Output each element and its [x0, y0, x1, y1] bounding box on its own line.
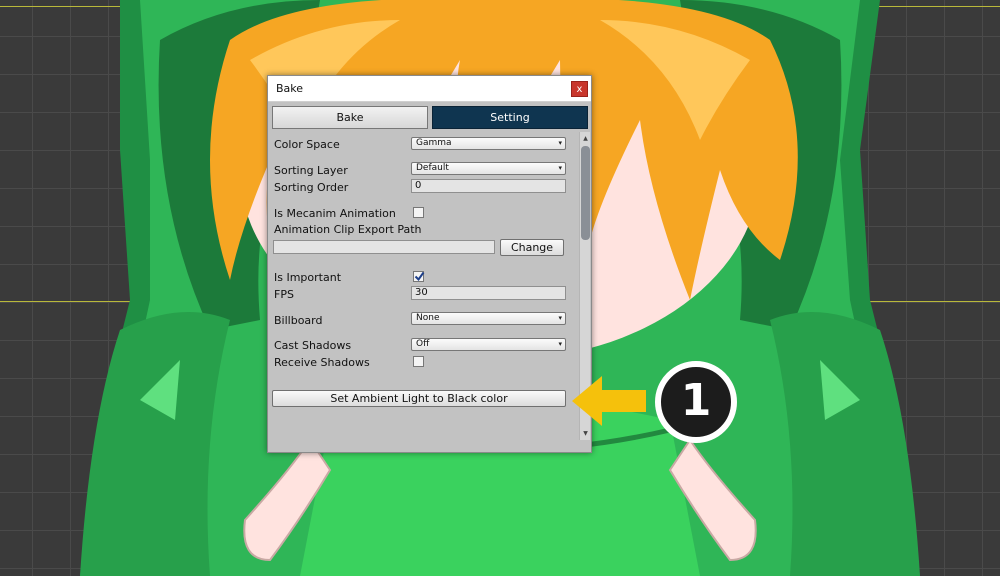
is-mecanim-animation-label: Is Mecanim Animation	[274, 207, 396, 220]
cast-shadows-label: Cast Shadows	[274, 339, 352, 352]
animation-clip-export-path-label: Animation Clip Export Path	[274, 223, 422, 236]
animation-clip-export-path-field[interactable]	[273, 240, 495, 254]
change-path-button[interactable]: Change	[500, 239, 564, 256]
color-space-label: Color Space	[274, 138, 340, 151]
callout-arrow-icon	[572, 376, 646, 426]
settings-panel: Color Space Gamma ▾ Sorting Layer Defaul…	[268, 132, 577, 452]
tab-bake[interactable]: Bake	[272, 106, 428, 129]
dropdown-arrow-icon: ▾	[558, 340, 562, 348]
dropdown-arrow-icon: ▾	[558, 164, 562, 172]
checkmark-icon	[414, 271, 425, 282]
receive-shadows-label: Receive Shadows	[274, 356, 370, 369]
billboard-label: Billboard	[274, 314, 323, 327]
sorting-layer-label: Sorting Layer	[274, 164, 348, 177]
sorting-layer-value: Default	[416, 163, 449, 173]
dropdown-arrow-icon: ▾	[558, 139, 562, 147]
window-titlebar[interactable]: Bake x	[268, 76, 591, 102]
callout-number-badge: 1	[655, 361, 737, 443]
billboard-dropdown[interactable]: None ▾	[411, 312, 566, 325]
cast-shadows-dropdown[interactable]: Off ▾	[411, 338, 566, 351]
scroll-up-icon[interactable]: ▲	[581, 134, 590, 143]
billboard-value: None	[416, 313, 440, 323]
sorting-order-field[interactable]: 0	[411, 179, 566, 193]
color-space-dropdown[interactable]: Gamma ▾	[411, 137, 566, 150]
is-mecanim-animation-checkbox[interactable]	[413, 207, 424, 218]
fps-field[interactable]: 30	[411, 286, 566, 300]
bake-window: Bake x Bake Setting Color Space Gamma ▾ …	[267, 75, 592, 453]
dropdown-arrow-icon: ▾	[558, 314, 562, 322]
receive-shadows-checkbox[interactable]	[413, 356, 424, 367]
sorting-layer-dropdown[interactable]: Default ▾	[411, 162, 566, 175]
fps-label: FPS	[274, 288, 294, 301]
is-important-label: Is Important	[274, 271, 342, 284]
scroll-thumb[interactable]	[581, 146, 590, 240]
sorting-order-label: Sorting Order	[274, 181, 349, 194]
close-button[interactable]: x	[571, 81, 588, 97]
scroll-down-icon[interactable]: ▼	[581, 429, 590, 438]
set-ambient-light-button[interactable]: Set Ambient Light to Black color	[272, 390, 566, 407]
window-title: Bake	[276, 82, 304, 95]
tab-setting[interactable]: Setting	[432, 106, 588, 129]
cast-shadows-value: Off	[416, 339, 430, 349]
is-important-checkbox[interactable]	[413, 271, 425, 282]
color-space-value: Gamma	[416, 138, 452, 148]
